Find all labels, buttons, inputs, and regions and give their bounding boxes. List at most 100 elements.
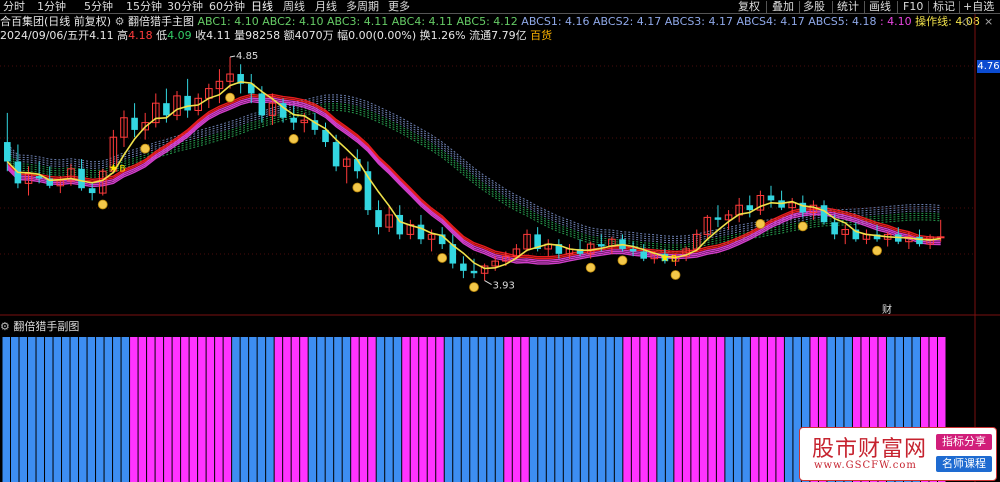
period-tab-60min[interactable]: 60分钟 <box>209 0 245 14</box>
diamond-icon[interactable]: ◇ <box>962 15 970 29</box>
period-tab-1min[interactable]: 1分钟 <box>37 0 66 14</box>
f10-button[interactable]: F10 <box>903 0 923 14</box>
short-ribbon-line <box>6 95 941 260</box>
candle-body <box>894 234 902 242</box>
turnover-value: 1.26% <box>430 29 466 42</box>
sub-indicator-bar <box>138 337 147 482</box>
candle-body <box>279 103 287 118</box>
period-tab-15min[interactable]: 15分钟 <box>126 0 162 14</box>
candle-body <box>565 248 574 255</box>
sub-indicator-bar <box>555 337 563 482</box>
candle-body <box>98 170 107 194</box>
indicator-gear-icon[interactable]: ⚙ <box>115 15 125 28</box>
candle-body <box>936 236 945 239</box>
candle-body <box>120 117 128 138</box>
restore-rights-button[interactable]: 复权 <box>738 0 760 14</box>
draw-line-button[interactable]: 画线 <box>869 0 891 14</box>
sub-indicator-bar <box>19 337 28 482</box>
candle-body <box>767 195 775 201</box>
period-tab-5min[interactable]: 5分钟 <box>84 0 113 14</box>
abcs5-value: ABCS5: 4.18 <box>808 15 877 28</box>
period-tab-30min[interactable]: 30分钟 <box>167 0 203 14</box>
statistics-button[interactable]: 统计 <box>837 0 859 14</box>
star-signal-icon: ★ <box>660 252 670 265</box>
sub-indicator-bar <box>614 337 623 482</box>
main-chart[interactable]: ★ B★ B 4.85 3.93 财 <box>0 0 1000 482</box>
overlay-button[interactable]: 叠加 <box>772 0 794 14</box>
sub-indicator-bar <box>563 337 572 482</box>
candle-body <box>152 102 160 124</box>
low-price-label: 3.93 <box>493 281 515 292</box>
short-ribbon-line <box>6 97 941 261</box>
candle-body <box>619 239 626 249</box>
short-ribbon-line <box>6 99 941 263</box>
extra-value: : 4.10 <box>879 15 912 28</box>
sub-indicator-bar <box>189 337 198 482</box>
candle-body <box>512 248 521 257</box>
toolbar-divider <box>928 1 929 13</box>
candle-body <box>544 243 553 250</box>
candle-body <box>491 260 500 267</box>
main-indicator-name[interactable]: 翻倍猎手主图 <box>128 15 194 28</box>
add-watchlist-button[interactable]: +自选 <box>963 0 994 14</box>
candle-body <box>247 83 255 94</box>
sub-indicator-bar <box>784 337 793 482</box>
mark-button[interactable]: 标记 <box>933 0 955 14</box>
abc2-value: ABC2: 4.10 <box>262 15 324 28</box>
candle-body <box>78 168 85 189</box>
money-bag-icon <box>140 143 151 154</box>
stock-name[interactable]: 合百集团(日线 前复权) <box>0 15 111 28</box>
sub-indicator-bar <box>147 337 155 482</box>
candle-body <box>4 142 11 162</box>
long-ribbon-line <box>6 94 941 237</box>
multi-stock-button[interactable]: 多股 <box>803 0 825 14</box>
period-tab-multi[interactable]: 多周期 <box>346 0 379 14</box>
high-pointer <box>229 55 236 58</box>
period-tab-daily[interactable]: 日线 <box>251 0 273 14</box>
toolbar-divider <box>959 1 960 13</box>
candle-body <box>692 233 701 250</box>
candle-body <box>852 229 860 240</box>
turnover-label: 换 <box>419 29 431 42</box>
candle-body <box>820 205 828 223</box>
period-tab-more[interactable]: 更多 <box>388 0 410 14</box>
candle-body <box>502 255 510 262</box>
finance-marker[interactable]: 财 <box>882 303 892 316</box>
candle-body <box>629 248 637 252</box>
candle-body <box>586 243 595 255</box>
candle-body <box>799 202 807 213</box>
sub-indicator-name[interactable]: 翻倍猎手副图 <box>13 320 79 333</box>
long-ribbon-line <box>6 100 941 244</box>
candle-body <box>311 120 319 130</box>
candle-body <box>427 233 436 240</box>
sub-indicator-bar <box>283 337 291 482</box>
sub-indicator-bar <box>291 337 300 482</box>
sub-indicator-bar <box>172 337 181 482</box>
buy-signal-label: B <box>671 255 677 265</box>
sub-gear-icon[interactable]: ⚙ <box>0 320 10 333</box>
period-tab-weekly[interactable]: 周线 <box>283 0 305 14</box>
sub-indicator-bar <box>640 337 648 482</box>
sub-indicator-bar <box>546 337 555 482</box>
money-bag-icon <box>288 134 299 144</box>
period-tab-monthly[interactable]: 月线 <box>315 0 337 14</box>
indicator-share-tag[interactable]: 指标分享 <box>936 434 992 450</box>
sub-indicator-bar <box>623 337 631 482</box>
candle-body <box>671 255 680 262</box>
candle-body <box>184 95 191 111</box>
open-value: 4.11 <box>89 29 114 42</box>
sub-indicator-bar <box>512 337 521 482</box>
course-tag[interactable]: 名师课程 <box>936 456 992 472</box>
sub-indicator-bar <box>79 337 87 482</box>
volume-value: 98258 <box>245 29 281 42</box>
sub-indicator-bar <box>589 337 597 482</box>
close-icon[interactable]: × <box>984 15 993 29</box>
period-tab-timeshare[interactable]: 分时 <box>3 0 25 14</box>
long-ribbon-line <box>6 105 941 248</box>
low-value: 4.09 <box>167 29 192 42</box>
candle-body <box>576 248 584 254</box>
candle-body <box>35 176 43 179</box>
money-bag-icon <box>755 219 766 229</box>
short-ribbon-line <box>6 93 941 258</box>
sub-indicator-title: ⚙ 翻倍猎手副图 <box>0 320 79 333</box>
